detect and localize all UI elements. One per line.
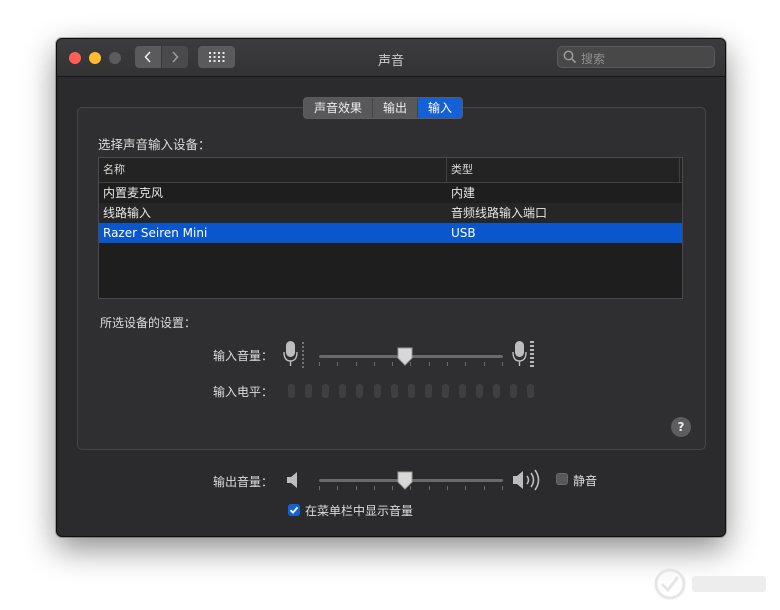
device-type: USB bbox=[451, 226, 476, 240]
speaker-high-icon bbox=[513, 469, 540, 491]
input-volume-label: 输入音量： bbox=[213, 349, 274, 363]
level-meter-segment bbox=[527, 384, 535, 398]
level-meter-segment bbox=[339, 384, 347, 398]
input-device-heading: 选择声音输入设备： bbox=[98, 137, 211, 152]
level-meter-segment bbox=[373, 384, 381, 398]
input-device-table[interactable]: 名称 类型 内置麦克风 内建 线路输入 音频线路输入端口 Razer Seire… bbox=[98, 157, 683, 299]
tab-sound-effects[interactable]: 声音效果 bbox=[304, 98, 374, 118]
mute-label: 静音 bbox=[573, 474, 598, 488]
table-row[interactable]: 内置麦克风 内建 bbox=[99, 183, 682, 203]
level-meter-segment bbox=[322, 384, 330, 398]
table-row-selected[interactable]: Razer Seiren Mini USB bbox=[99, 223, 682, 243]
mute-checkbox[interactable] bbox=[556, 473, 568, 485]
level-meter-segment bbox=[407, 384, 415, 398]
sound-preferences-window: 声音 搜索 声音效果 输出 输入 选择声音输入设备： 名称 类型 内置麦克风 内… bbox=[56, 38, 726, 537]
input-volume-knob[interactable] bbox=[397, 347, 413, 367]
checkmark-icon bbox=[289, 506, 299, 514]
output-volume-label: 输出音量： bbox=[213, 475, 274, 489]
selected-device-settings-heading: 所选设备的设置： bbox=[100, 316, 197, 330]
speaker-low-icon bbox=[287, 472, 297, 488]
level-meter-segment bbox=[390, 384, 398, 398]
column-header-type[interactable]: 类型 bbox=[447, 158, 680, 182]
input-level-label: 输入电平： bbox=[213, 385, 274, 399]
level-meter-segment bbox=[288, 384, 295, 398]
level-meter-segment bbox=[493, 384, 501, 398]
help-button[interactable]: ? bbox=[671, 417, 691, 437]
level-meter-segment bbox=[510, 384, 518, 398]
tab-output[interactable]: 输出 bbox=[373, 98, 419, 118]
level-meter-segment bbox=[305, 384, 313, 398]
tab-bar: 声音效果 输出 输入 bbox=[303, 97, 464, 119]
search-placeholder: 搜索 bbox=[581, 52, 606, 66]
table-header: 名称 类型 bbox=[99, 158, 682, 183]
device-name: 内置麦克风 bbox=[103, 186, 164, 200]
search-icon bbox=[563, 50, 577, 64]
microphone-high-icon bbox=[512, 341, 534, 367]
device-name: 线路输入 bbox=[103, 206, 152, 220]
output-volume-knob[interactable] bbox=[397, 471, 413, 491]
device-name: Razer Seiren Mini bbox=[103, 226, 208, 240]
show-volume-in-menubar-checkbox[interactable] bbox=[288, 504, 300, 516]
microphone-low-icon bbox=[283, 341, 304, 368]
device-type: 内建 bbox=[451, 186, 476, 200]
column-header-name[interactable]: 名称 bbox=[99, 158, 447, 182]
level-meter-segment bbox=[424, 384, 432, 398]
level-meter-segment bbox=[356, 384, 364, 398]
tab-input[interactable]: 输入 bbox=[418, 98, 463, 118]
device-type: 音频线路输入端口 bbox=[451, 206, 548, 220]
title-bar: 声音 搜索 bbox=[57, 39, 725, 77]
table-row[interactable]: 线路输入 音频线路输入端口 bbox=[99, 203, 682, 223]
level-meter-segment bbox=[476, 384, 484, 398]
level-meter-segment bbox=[441, 384, 449, 398]
watermark-logo bbox=[654, 568, 766, 600]
show-volume-in-menubar-label: 在菜单栏中显示音量 bbox=[305, 504, 414, 518]
search-field[interactable]: 搜索 bbox=[557, 46, 715, 68]
level-meter-segment bbox=[459, 384, 466, 398]
